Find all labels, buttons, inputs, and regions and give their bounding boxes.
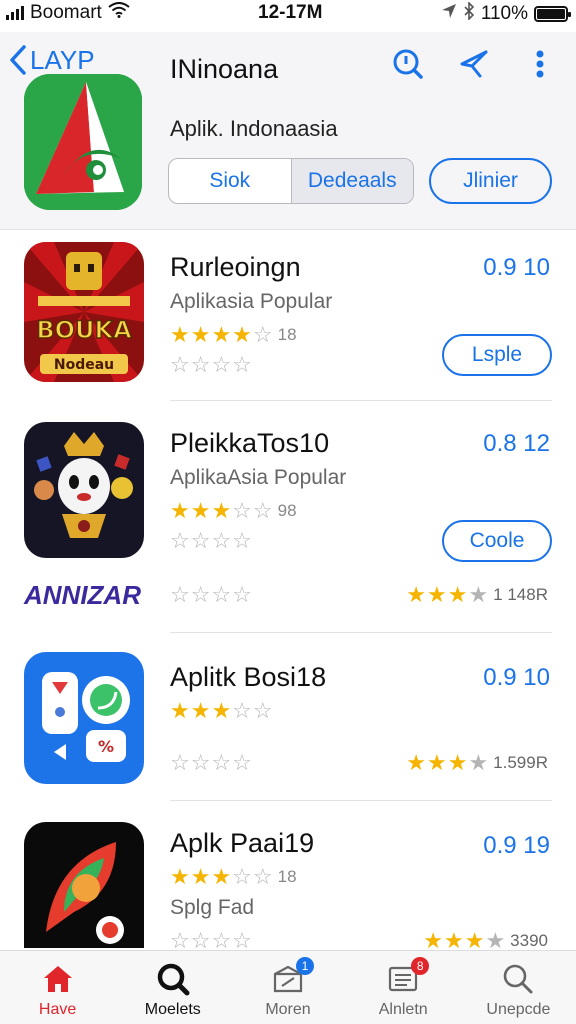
page-title: INinoana [170,54,279,84]
tab-label: Moren [265,1001,311,1018]
featured-app-icon[interactable] [24,74,142,210]
app-price: 0.9 10 [483,664,550,691]
app-subtitle: Aplikasia Popular [170,290,333,313]
battery-icon [534,6,571,22]
rating-count-right: 1.599R [493,753,548,772]
share-icon[interactable] [458,48,490,80]
header-actions [392,48,556,80]
rating-count-right: 1 148R [493,585,548,604]
divider [170,400,552,401]
divider [170,632,552,633]
header-action-button[interactable]: Jlinier [429,158,552,204]
search-icon[interactable] [392,48,424,80]
app-icon [24,822,144,948]
brand-logo: ANNIZAR [24,580,141,610]
home-icon [40,961,76,997]
app-name: Aplitk Bosi18 [170,662,327,692]
clock: 12-17M [258,2,323,23]
search-icon [500,961,536,997]
tab-moren[interactable]: 1 Moren [230,951,345,1024]
star-rating-right: ★★★ ★ 1 148R [406,582,548,607]
wifi-icon [108,2,130,24]
app-header: LAYP INinoana Aplik. Indonaasia Siok Ded… [0,32,576,230]
app-price: 0.8 12 [483,430,550,457]
search-icon [155,961,191,997]
app-price: 0.9 10 [483,254,550,281]
app-icon: % [24,652,144,784]
empty-star-rating: ☆☆☆☆ [170,528,253,553]
back-label: LAYP [30,44,95,75]
empty-star-rating: ☆☆☆☆ [170,582,253,607]
svg-text:%: % [98,737,114,756]
app-name: PleikkaTos10 [170,428,330,458]
list-item[interactable]: BOUKA Nodeau Rurleoingn 0.9 10 Aplikasia… [0,242,576,402]
chevron-left-icon [10,45,26,75]
segment-dedeaals[interactable]: Dedeaals [290,159,413,203]
list-item[interactable]: % Aplitk Bosi18 0.9 10 ★★★ ☆☆ ☆☆☆☆ ★★★ ★ 1.… [0,652,576,802]
star-rating: ★★★ ☆☆ 98 [170,498,297,523]
tab-bar: Have Moelets 1 Moren 8 Alnletn Unepcde [0,950,576,1024]
carrier-label: Boomart [30,2,102,23]
tab-badge: 1 [296,957,314,975]
bluetooth-icon [463,1,475,26]
segmented-control: Siok Dedeaals [168,158,414,204]
rating-count: 18 [277,867,297,886]
carrier: Boomart [6,2,130,24]
segment-siok[interactable]: Siok [169,159,291,203]
page-subtitle: Aplik. Indonaasia [170,116,338,141]
rating-count: 98 [277,501,297,520]
battery-percent: 110% [480,3,528,24]
rating-count: 18 [277,325,297,344]
star-rating-right: ★★★ ★ 1.599R [406,750,548,775]
news-icon: 8 [385,957,430,997]
tab-unepcde[interactable]: Unepcde [461,951,576,1024]
list-item[interactable]: PleikkaTos10 0.8 12 AplikaAsia Popular ★… [0,420,576,634]
tab-label: Alnletn [378,1001,428,1018]
star-rating: ★★★ ☆☆ 18 [170,864,297,889]
app-icon-text: BOUKA [36,316,132,344]
tab-have[interactable]: Have [0,951,115,1024]
tab-label: Have [38,1001,77,1018]
app-subtitle: Splg Fad [170,896,255,919]
back-button[interactable]: LAYP [8,44,95,76]
rating-count-right: 3390 [510,931,548,950]
app-price: 0.9 19 [483,832,550,859]
more-icon[interactable] [524,48,556,80]
empty-star-rating: ☆☆☆☆ [170,750,253,775]
tab-label: Unepcde [486,1001,551,1018]
tab-moelets[interactable]: Moelets [115,951,230,1024]
app-icon: BOUKA Nodeau [24,242,144,382]
list-item[interactable]: Aplk Paai19 0.9 19 ★★★ ☆☆ 18 Splg Fad ☆☆☆☆… [0,820,576,953]
app-icon-subtext: Nodeau [54,357,114,373]
star-rating: ★★★ ☆☆ [170,698,274,723]
location-icon [441,3,457,25]
app-name: Rurleoingn [170,252,301,282]
get-button[interactable]: Lsple [442,334,552,376]
tab-label: Moelets [144,1001,201,1018]
tab-badge: 8 [411,957,430,975]
tab-alnletn[interactable]: 8 Alnletn [346,951,461,1024]
app-subtitle: AplikaAsia Popular [170,466,347,489]
divider [170,800,552,801]
app-icon [24,422,144,558]
status-right: 110% [441,1,571,26]
signal-icon [6,6,24,20]
empty-star-rating: ☆☆☆☆ [170,352,253,377]
updates-icon: 1 [270,957,314,997]
star-rating: ★★★★ ☆ 18 [170,322,297,347]
app-name: Aplk Paai19 [170,828,315,858]
get-button[interactable]: Coole [442,520,552,562]
status-bar: Boomart 12-17M 110% [0,0,576,26]
